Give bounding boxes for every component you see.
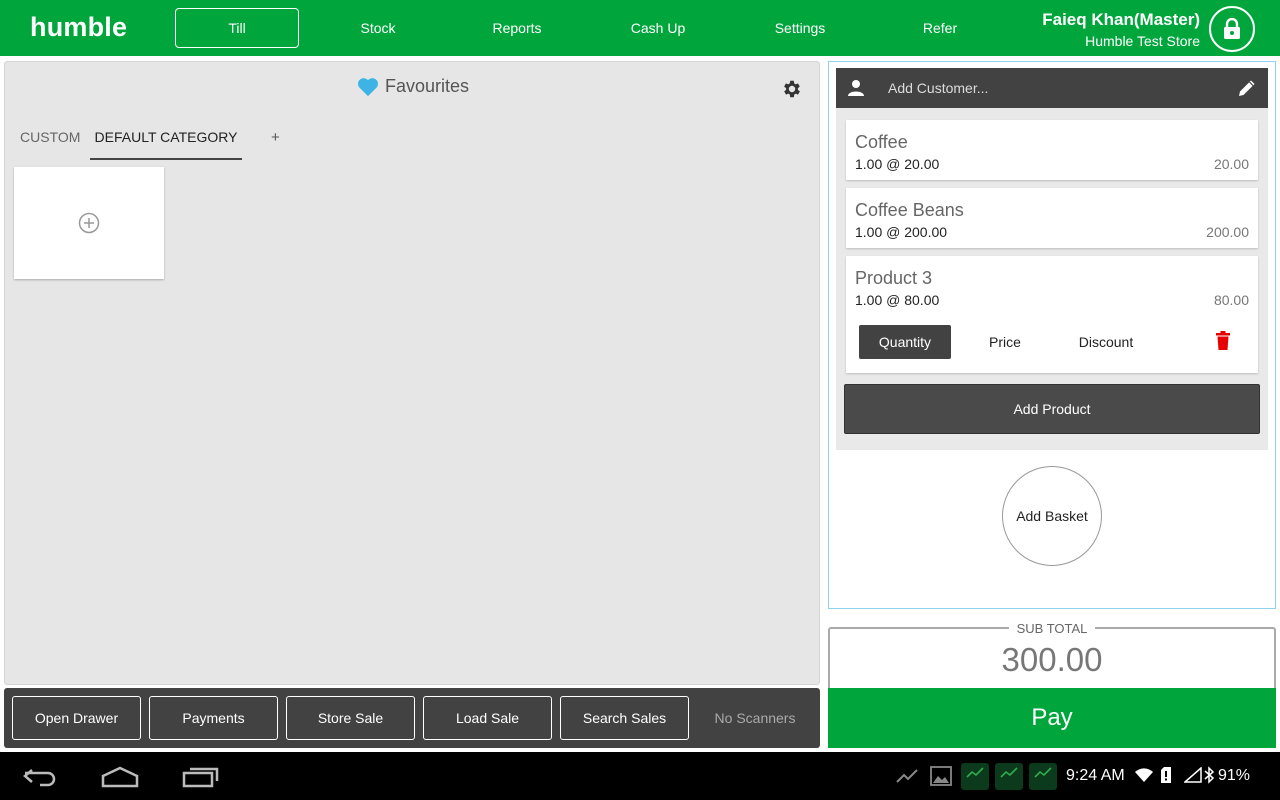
sim-alert-icon — [1161, 767, 1171, 783]
tab-default-category[interactable]: DEFAULT CATEGORY — [90, 122, 242, 160]
payments-button[interactable]: Payments — [149, 696, 278, 740]
nav-stock[interactable]: Stock — [316, 8, 440, 48]
item-qty-line: 1.00 @ 20.00 — [855, 156, 940, 172]
chart-icon — [1034, 767, 1052, 778]
pencil-icon[interactable] — [1237, 78, 1257, 98]
store-sale-button[interactable]: Store Sale — [286, 696, 415, 740]
subtotal-label: SUB TOTAL — [1008, 621, 1096, 636]
bluetooth-icon — [1204, 766, 1215, 784]
item-action-row: Quantity Price Discount — [859, 325, 1249, 359]
home-icon[interactable] — [100, 766, 140, 788]
person-icon — [848, 80, 864, 96]
battery-level: 91% — [1218, 767, 1251, 784]
favourites-panel: Favourites CUSTOM DEFAULT CATEGORY + — [4, 61, 820, 685]
basket-panel: Add Customer... Coffee 1.00 @ 20.00 20.0… — [828, 61, 1276, 609]
basket-item-expanded[interactable]: Product 3 1.00 @ 80.00 80.00 Quantity Pr… — [846, 256, 1258, 373]
wifi-icon — [1135, 768, 1153, 782]
trash-icon[interactable] — [1215, 331, 1231, 351]
item-name: Product 3 — [855, 268, 933, 288]
clock: 9:24 AM — [1066, 767, 1125, 784]
humble-notification-icon[interactable] — [961, 763, 989, 790]
heart-icon — [358, 77, 378, 96]
user-info: Faieq Khan(Master) Humble Test Store — [1042, 10, 1200, 52]
tab-custom[interactable]: CUSTOM — [20, 122, 80, 160]
price-button[interactable]: Price — [959, 325, 1051, 359]
basket-item[interactable]: Coffee 1.00 @ 20.00 20.00 — [846, 120, 1258, 180]
signal-icon — [1184, 767, 1202, 783]
user-name: Faieq Khan(Master) — [1042, 10, 1200, 29]
add-circle-icon — [78, 212, 100, 234]
top-bar: humble Till Stock Reports Cash Up Settin… — [0, 0, 1280, 56]
humble-notification-icon[interactable] — [1029, 763, 1057, 790]
subtotal-value: 300.00 — [1001, 641, 1103, 678]
action-bar: Open Drawer Payments Store Sale Load Sal… — [4, 688, 820, 748]
favourites-header: Favourites — [357, 76, 469, 97]
trend-icon — [896, 769, 918, 783]
item-qty-line: 1.00 @ 80.00 — [855, 292, 940, 308]
nav-settings[interactable]: Settings — [738, 8, 862, 48]
store-name: Humble Test Store — [1085, 33, 1200, 49]
nav-cash-up[interactable]: Cash Up — [596, 8, 720, 48]
item-total: 80.00 — [1213, 292, 1249, 308]
load-sale-button[interactable]: Load Sale — [423, 696, 552, 740]
nav-reports[interactable]: Reports — [455, 8, 579, 48]
basket-list: Add Customer... Coffee 1.00 @ 20.00 20.0… — [836, 68, 1268, 450]
item-name: Coffee — [855, 132, 908, 152]
open-drawer-button[interactable]: Open Drawer — [12, 696, 141, 740]
nav-till[interactable]: Till — [175, 8, 299, 48]
scanner-status: No Scanners — [714, 710, 796, 726]
gear-icon[interactable] — [781, 78, 803, 100]
system-nav-bar: 9:24 AM 91% — [0, 752, 1280, 800]
subtotal-box: SUB TOTAL 300.00 — [828, 621, 1276, 689]
recent-apps-icon[interactable] — [182, 766, 220, 788]
add-customer-bar[interactable]: Add Customer... — [836, 68, 1268, 108]
brand-logo: humble — [30, 12, 128, 42]
item-total: 20.00 — [1213, 156, 1249, 172]
gallery-icon — [930, 766, 952, 786]
humble-notification-icon[interactable] — [995, 763, 1023, 790]
item-total: 200.00 — [1206, 224, 1249, 240]
pay-button[interactable]: Pay — [828, 688, 1276, 748]
lock-button[interactable] — [1209, 6, 1255, 52]
add-basket-button[interactable]: Add Basket — [1002, 466, 1102, 566]
item-qty-line: 1.00 @ 200.00 — [855, 224, 948, 240]
tab-add-category[interactable]: + — [271, 122, 280, 160]
add-customer-label: Add Customer... — [888, 80, 989, 96]
item-name: Coffee Beans — [855, 200, 964, 220]
discount-button[interactable]: Discount — [1059, 325, 1153, 359]
chart-icon — [1000, 767, 1018, 778]
basket-item[interactable]: Coffee Beans 1.00 @ 200.00 200.00 — [846, 188, 1258, 248]
lock-icon — [1224, 18, 1240, 39]
add-favourite-tile[interactable] — [14, 167, 164, 279]
favourites-title: Favourites — [385, 76, 470, 96]
back-icon[interactable] — [22, 766, 58, 788]
chart-icon — [966, 767, 984, 778]
add-product-button[interactable]: Add Product — [844, 384, 1260, 434]
nav-refer[interactable]: Refer — [878, 8, 1002, 48]
quantity-button[interactable]: Quantity — [859, 325, 951, 359]
search-sales-button[interactable]: Search Sales — [560, 696, 689, 740]
